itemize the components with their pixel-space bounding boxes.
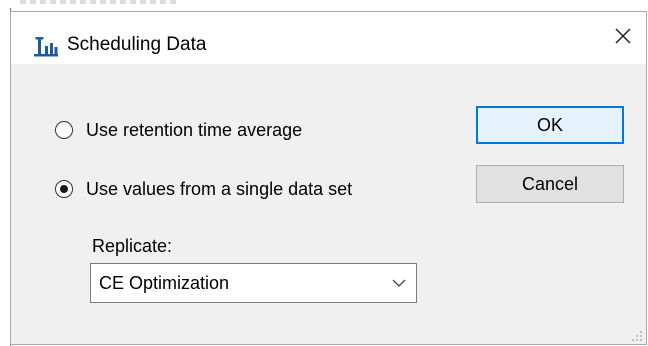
chevron-down-icon <box>382 264 416 302</box>
title-bar[interactable]: Scheduling Data <box>11 12 646 64</box>
ok-button[interactable]: OK <box>476 106 624 144</box>
single-data-set-radio[interactable] <box>55 180 73 198</box>
retention-average-label: Use retention time average <box>86 120 303 140</box>
close-button[interactable] <box>600 12 646 64</box>
single-data-set-option[interactable]: Use values from a single data set <box>55 178 352 200</box>
replicate-label: Replicate: <box>92 236 173 256</box>
retention-average-radio[interactable] <box>55 121 73 139</box>
screen: Scheduling Data Use retention time avera… <box>0 0 648 346</box>
replicate-selected-value: CE Optimization <box>99 272 230 293</box>
close-icon <box>614 27 632 50</box>
dialog-title: Scheduling Data <box>67 34 207 55</box>
single-data-set-label: Use values from a single data set <box>86 179 353 199</box>
scheduling-data-dialog: Scheduling Data Use retention time avera… <box>10 11 647 345</box>
replicate-dropdown[interactable]: CE Optimization <box>90 263 417 303</box>
retention-average-option[interactable]: Use retention time average <box>55 119 302 141</box>
bar-chart-icon <box>33 35 59 57</box>
background-window-remnant <box>20 0 180 4</box>
cancel-button[interactable]: Cancel <box>476 165 624 203</box>
resize-grip-icon[interactable] <box>631 329 643 341</box>
